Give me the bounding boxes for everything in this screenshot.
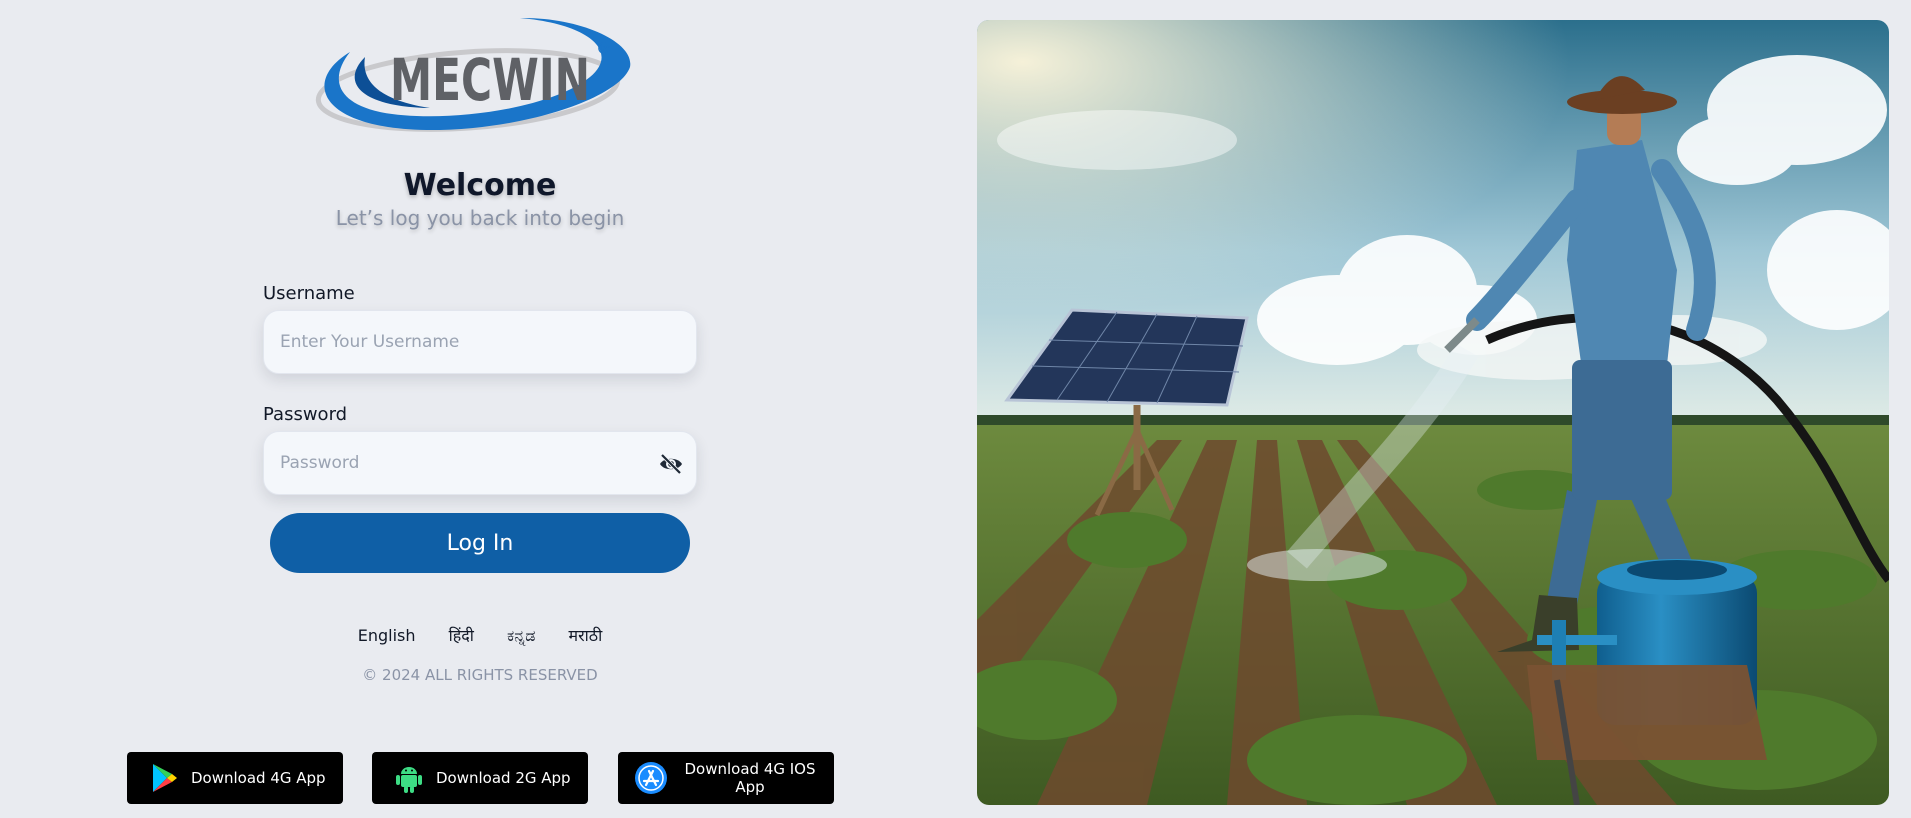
google-play-icon xyxy=(147,761,181,795)
download-4g-app-label: Download 4G App xyxy=(191,769,326,787)
hero-image-farmer-watering-field xyxy=(977,20,1889,805)
password-input[interactable] xyxy=(264,432,696,494)
brand-logo: MECWIN ® xyxy=(290,12,650,137)
eye-slash-icon[interactable] xyxy=(658,452,684,476)
download-2g-app-label: Download 2G App xyxy=(436,769,571,787)
username-field-wrapper xyxy=(263,310,697,374)
login-panel: MECWIN ® Welcome Let’s log you back into… xyxy=(0,0,960,818)
language-switcher: English हिंदी ಕನ್ನಡ मराठी xyxy=(0,624,960,646)
android-icon xyxy=(392,761,426,795)
password-label: Password xyxy=(263,404,348,425)
page-title: Welcome xyxy=(403,168,557,203)
download-2g-app-button[interactable]: Download 2G App xyxy=(372,752,588,804)
download-4g-app-button[interactable]: Download 4G App xyxy=(127,752,343,804)
copyright-text: © 2024 ALL RIGHTS RESERVED xyxy=(362,666,598,684)
app-store-icon xyxy=(634,761,668,795)
language-kannada[interactable]: ಕನ್ನಡ xyxy=(507,626,535,645)
language-english[interactable]: English xyxy=(358,626,416,645)
download-4g-ios-app-label: Download 4G IOS App xyxy=(684,760,816,796)
username-label: Username xyxy=(263,283,355,304)
registered-mark: ® xyxy=(596,39,612,58)
username-input[interactable] xyxy=(264,311,696,373)
language-marathi[interactable]: मराठी xyxy=(569,626,603,645)
brand-name: MECWIN xyxy=(390,46,590,114)
language-hindi[interactable]: हिंदी xyxy=(449,626,474,645)
download-4g-ios-app-button[interactable]: Download 4G IOS App xyxy=(618,752,834,804)
login-button[interactable]: Log In xyxy=(270,513,690,573)
page-subtitle: Let’s log you back into begin xyxy=(335,206,625,230)
password-field-wrapper xyxy=(263,431,697,495)
